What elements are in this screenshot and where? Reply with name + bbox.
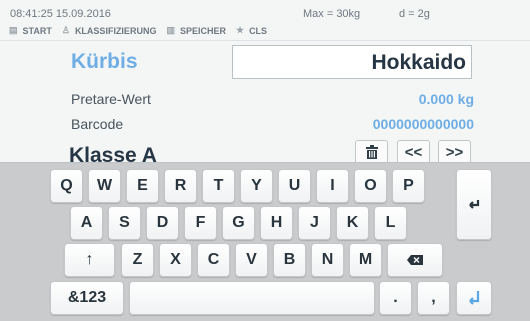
nav-start-label: START bbox=[22, 25, 52, 36]
key-j[interactable]: J bbox=[298, 206, 331, 240]
key-o[interactable]: O bbox=[354, 169, 387, 203]
key-v[interactable]: V bbox=[235, 243, 268, 277]
key-i[interactable]: I bbox=[316, 169, 349, 203]
key-r[interactable]: R bbox=[164, 169, 197, 203]
back-key[interactable] bbox=[456, 169, 492, 240]
key-e[interactable]: E bbox=[126, 169, 159, 203]
status-bar: 08:41:25 15.09.2016 Max = 30kg d = 2g ▤ … bbox=[0, 0, 530, 41]
key-m[interactable]: M bbox=[349, 243, 382, 277]
nav-cls[interactable]: ★ CLS bbox=[236, 25, 267, 36]
key-f[interactable]: F bbox=[184, 206, 217, 240]
nav-cls-label: CLS bbox=[249, 25, 268, 36]
key-h[interactable]: H bbox=[260, 206, 293, 240]
breadcrumb: ▤ START ♙ KLASSIFIZIERUNG ▥ SPEICHER ★ C… bbox=[9, 25, 277, 36]
key-t[interactable]: T bbox=[202, 169, 235, 203]
key-u[interactable]: U bbox=[278, 169, 311, 203]
shift-key[interactable]: ↑ bbox=[64, 243, 115, 277]
key-q[interactable]: Q bbox=[50, 169, 83, 203]
nav-klassifizierung[interactable]: ♙ KLASSIFIZIERUNG bbox=[62, 25, 157, 36]
barcode-label: Barcode bbox=[71, 116, 124, 132]
variety-value: Hokkaido bbox=[371, 51, 466, 74]
key-d[interactable]: D bbox=[146, 206, 179, 240]
key-p[interactable]: P bbox=[392, 169, 425, 203]
on-screen-keyboard: Q W E R T Y U I O P A S D F G H J K L ↑ … bbox=[0, 162, 530, 321]
nav-start[interactable]: ▤ START bbox=[9, 25, 52, 36]
dot-key[interactable]: . bbox=[379, 281, 412, 315]
product-name: Kürbis bbox=[71, 50, 138, 73]
next-button-label: >> bbox=[445, 143, 464, 161]
key-w[interactable]: W bbox=[88, 169, 121, 203]
delete-button[interactable] bbox=[355, 140, 388, 164]
nav-klassifizierung-label: KLASSIFIZIERUNG bbox=[74, 25, 157, 36]
pretare-label: Pretare-Wert bbox=[71, 91, 151, 107]
max-weight-label: Max = 30kg bbox=[303, 8, 361, 20]
datetime-label: 08:41:25 15.09.2016 bbox=[10, 8, 111, 20]
backspace-key[interactable] bbox=[387, 243, 443, 277]
backspace-icon bbox=[407, 255, 423, 265]
prev-button-label: << bbox=[404, 143, 423, 161]
shift-up-arrow-icon: ↑ bbox=[85, 251, 94, 268]
nav-speicher-label: SPEICHER bbox=[179, 25, 226, 36]
numeric-key[interactable]: &123 bbox=[50, 281, 124, 315]
key-l[interactable]: L bbox=[374, 206, 407, 240]
key-s[interactable]: S bbox=[108, 206, 141, 240]
storage-icon: ▥ bbox=[166, 25, 175, 35]
division-label: d = 2g bbox=[399, 8, 430, 20]
key-g[interactable]: G bbox=[222, 206, 255, 240]
previous-button[interactable]: << bbox=[397, 140, 430, 164]
space-key[interactable] bbox=[129, 281, 375, 315]
key-z[interactable]: Z bbox=[121, 243, 154, 277]
enter-key[interactable] bbox=[456, 281, 492, 315]
variety-field[interactable]: Hokkaido bbox=[232, 45, 472, 79]
key-a[interactable]: A bbox=[70, 206, 103, 240]
start-icon: ▤ bbox=[9, 25, 18, 35]
trash-icon bbox=[365, 145, 378, 159]
key-x[interactable]: X bbox=[159, 243, 192, 277]
key-k[interactable]: K bbox=[336, 206, 369, 240]
star-icon: ★ bbox=[235, 25, 245, 35]
classification-icon: ♙ bbox=[61, 25, 70, 35]
undo-arrow-icon bbox=[469, 199, 480, 209]
key-c[interactable]: C bbox=[197, 243, 230, 277]
nav-speicher[interactable]: ▥ SPEICHER bbox=[166, 25, 226, 36]
comma-key[interactable]: , bbox=[417, 281, 450, 315]
enter-icon bbox=[469, 291, 480, 305]
key-y[interactable]: Y bbox=[240, 169, 273, 203]
pretare-value: 0.000 kg bbox=[418, 91, 474, 107]
key-n[interactable]: N bbox=[311, 243, 344, 277]
barcode-value: 0000000000000 bbox=[372, 116, 474, 132]
next-button[interactable]: >> bbox=[438, 140, 471, 164]
key-b[interactable]: B bbox=[273, 243, 306, 277]
